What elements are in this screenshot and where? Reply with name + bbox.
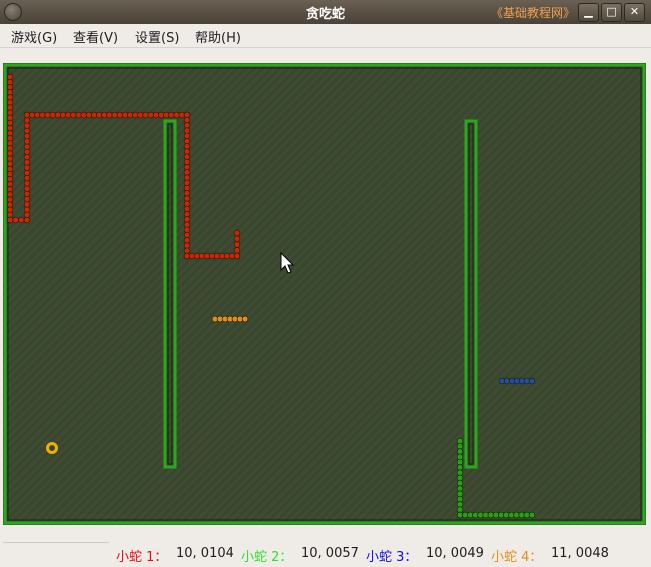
- snake-segment: [241, 315, 249, 323]
- snake-3: [498, 377, 536, 385]
- board-background: [3, 63, 646, 525]
- snake-segment: [233, 229, 241, 237]
- snake-3-value: 10, 0049: [426, 546, 484, 561]
- snake-segment: [6, 216, 14, 224]
- menu-bar: 游戏(G) 查看(V) 设置(S) 帮助(H): [0, 24, 651, 48]
- snake-segment: [528, 377, 536, 385]
- snake-segment: [456, 458, 464, 466]
- snake-3-label: 小蛇 3：: [366, 550, 418, 565]
- snake-segment: [456, 501, 464, 508]
- snake-segment: [456, 485, 464, 492]
- menu-game[interactable]: 游戏(G): [11, 27, 57, 46]
- snake-segment: [23, 127, 31, 134]
- snake-segment: [233, 247, 241, 254]
- snake-segment: [233, 252, 241, 260]
- snake-segment: [456, 506, 464, 513]
- snake-segment: [23, 190, 31, 197]
- snake-2-value: 10, 0057: [301, 546, 359, 561]
- snake-segment: [23, 211, 31, 218]
- snake-segment: [23, 169, 31, 176]
- menu-help[interactable]: 帮助(H): [195, 27, 241, 46]
- snake-1-label: 小蛇 1：: [116, 550, 168, 565]
- snake-segment: [456, 490, 464, 498]
- snake-segment: [23, 216, 31, 224]
- snake-segment: [23, 122, 31, 129]
- snake-segment: [528, 511, 536, 519]
- game-board[interactable]: [3, 63, 646, 525]
- snake-segment: [23, 132, 31, 140]
- snake-segment: [23, 206, 31, 213]
- snake-game-window: 贪吃蛇 《基础教程网》 ▁ □ ✕ 游戏(G) 查看(V) 设置(S) 帮助(H…: [0, 0, 651, 567]
- snake-segment: [23, 201, 31, 208]
- snake-segment: [23, 143, 31, 150]
- snake-segment: [456, 464, 464, 471]
- snake-segment: [456, 437, 464, 445]
- snake-segment: [23, 153, 31, 161]
- snake-segment: [23, 117, 31, 124]
- maximize-button[interactable]: □: [601, 3, 622, 22]
- status-bar: 小蛇 1： 10, 0104 小蛇 2： 10, 0057 小蛇 3： 10, …: [0, 540, 651, 567]
- snake-segment: [456, 448, 464, 455]
- snake-segment: [233, 235, 241, 242]
- title-bar[interactable]: 贪吃蛇 《基础教程网》 ▁ □ ✕: [0, 0, 651, 25]
- snake-segment: [23, 148, 31, 155]
- snake-segment: [23, 159, 31, 166]
- snake-segment: [18, 216, 25, 224]
- snake-segment: [456, 495, 464, 503]
- snake-segment: [456, 474, 464, 482]
- snake-segment: [456, 443, 464, 450]
- menu-view[interactable]: 查看(V): [73, 27, 118, 46]
- snake-segment: [23, 180, 31, 187]
- snake-segment: [23, 164, 31, 171]
- snake-segment: [23, 138, 31, 145]
- snake-segment: [23, 174, 31, 182]
- snake-4-label: 小蛇 4：: [491, 550, 543, 565]
- snake-segment: [233, 241, 241, 248]
- close-button[interactable]: ✕: [624, 3, 645, 22]
- brand-label: 《基础教程网》: [490, 6, 575, 20]
- snake-segment: [456, 480, 464, 487]
- menu-settings[interactable]: 设置(S): [135, 27, 179, 46]
- snake-segment: [456, 469, 464, 476]
- snake-segment: [23, 185, 31, 192]
- snake-4-value: 11, 0048: [551, 546, 609, 561]
- snake-segment: [12, 216, 19, 224]
- snake-segment: [23, 195, 31, 203]
- minimize-button[interactable]: ▁: [578, 3, 599, 22]
- snake-4: [211, 315, 249, 323]
- snake-1-value: 10, 0104: [176, 546, 234, 561]
- snake-2-label: 小蛇 2：: [241, 550, 293, 565]
- snake-segment: [456, 453, 464, 461]
- status-divider: [3, 542, 109, 545]
